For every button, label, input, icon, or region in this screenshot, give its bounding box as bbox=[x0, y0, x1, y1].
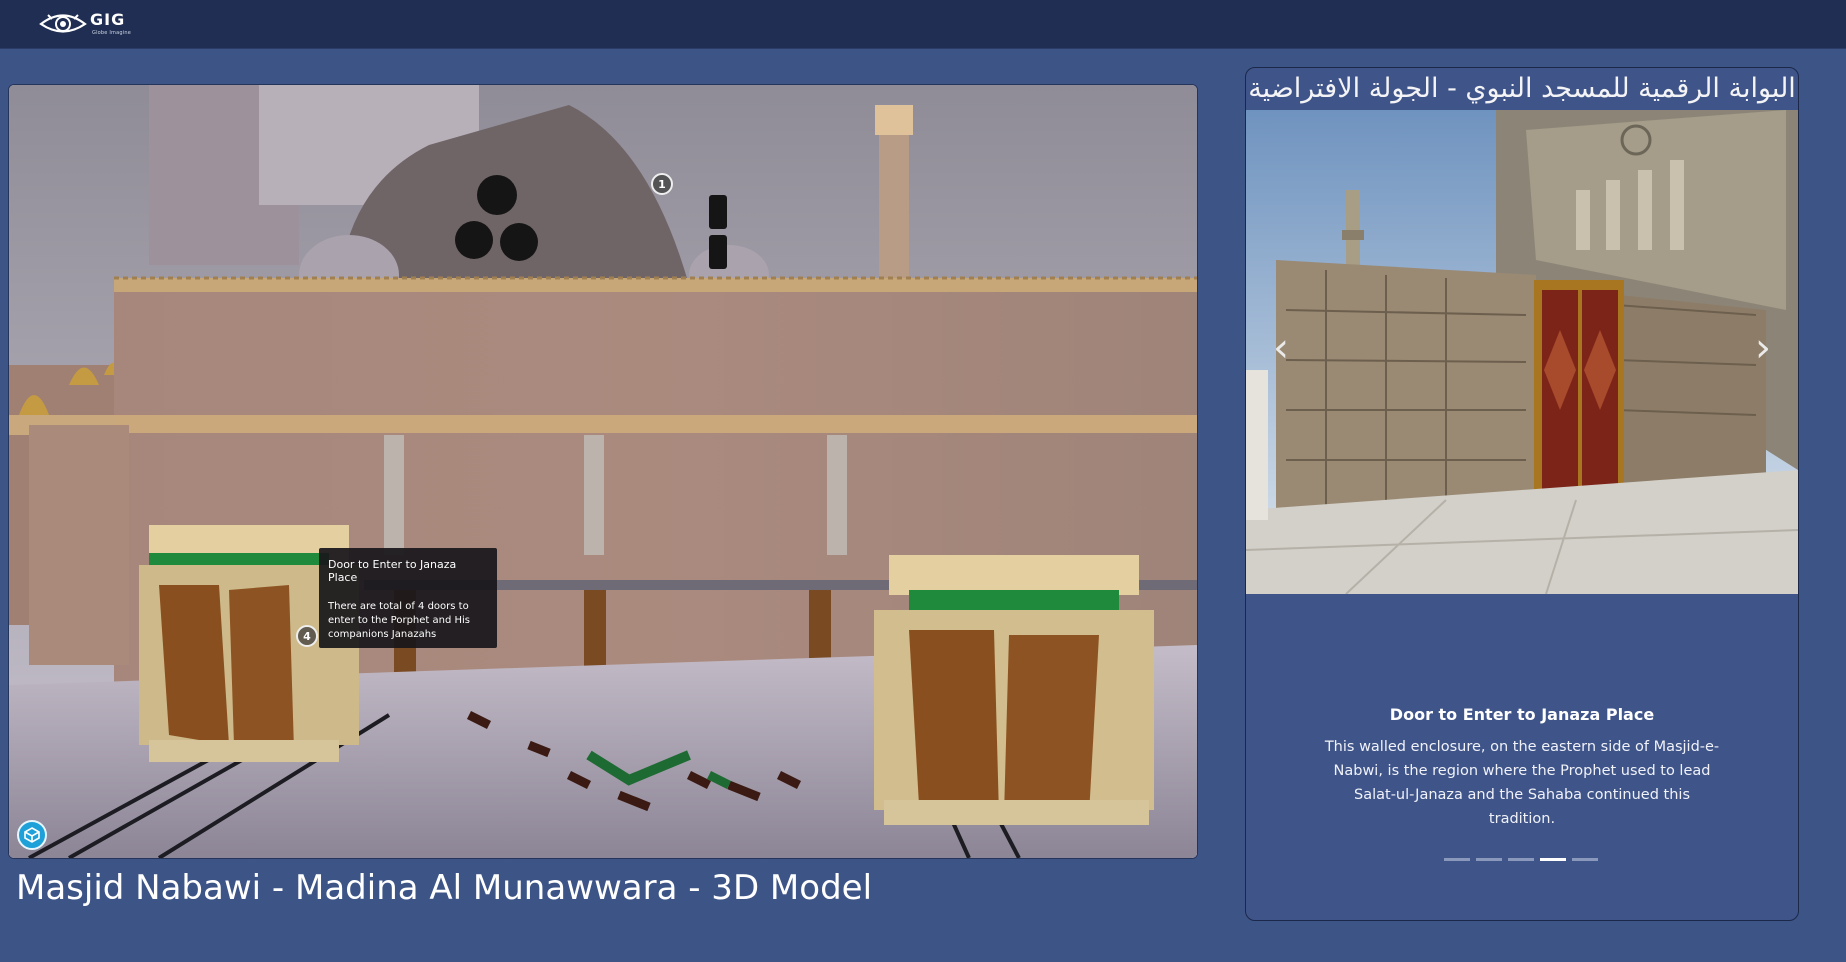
tooltip-title: Door to Enter to Janaza Place bbox=[328, 558, 457, 584]
panel-title: البوابة الرقمية للمسجد النبوي - الجولة ا… bbox=[1248, 73, 1796, 104]
caption-title: Door to Enter to Janaza Place bbox=[1389, 705, 1655, 724]
3d-scene[interactable] bbox=[9, 85, 1197, 858]
caption-body: This walled enclosure, on the eastern si… bbox=[1324, 739, 1720, 827]
hotspot-tooltip: Door to Enter to Janaza Place There are … bbox=[319, 548, 497, 648]
slide-indicator-5[interactable] bbox=[1572, 858, 1598, 861]
chevron-left-icon[interactable]: ‹ bbox=[1266, 328, 1296, 368]
3d-model-viewer[interactable]: 1 4 Door to Enter to Janaza Place There … bbox=[8, 84, 1198, 859]
logo-subtext: Globe Imagine bbox=[92, 30, 131, 36]
page-title: Masjid Nabawi - Madina Al Munawwara - 3D… bbox=[16, 868, 873, 908]
chevron-right-icon[interactable]: › bbox=[1748, 328, 1778, 368]
viewer-cube-icon[interactable] bbox=[17, 820, 47, 850]
slide-indicator-2[interactable] bbox=[1476, 858, 1502, 861]
slide-indicator-1[interactable] bbox=[1444, 858, 1470, 861]
slide-indicator-3[interactable] bbox=[1508, 858, 1534, 861]
slide-indicator-4[interactable] bbox=[1540, 858, 1566, 861]
hotspot-4[interactable]: 4 bbox=[296, 625, 318, 647]
eye-logo-icon bbox=[39, 14, 87, 33]
info-panel: البوابة الرقمية للمسجد النبوي - الجولة ا… bbox=[1245, 67, 1799, 921]
hotspot-1[interactable]: 1 bbox=[651, 173, 673, 195]
logo[interactable]: GIG Globe Imagine bbox=[38, 8, 131, 40]
logo-text: GIG bbox=[90, 10, 126, 29]
top-bar: GIG Globe Imagine bbox=[0, 0, 1846, 49]
slide-image[interactable]: ‹ › bbox=[1246, 110, 1798, 594]
slide-indicators bbox=[1444, 858, 1598, 861]
tooltip-body: There are total of 4 doors to enter to t… bbox=[328, 601, 471, 640]
